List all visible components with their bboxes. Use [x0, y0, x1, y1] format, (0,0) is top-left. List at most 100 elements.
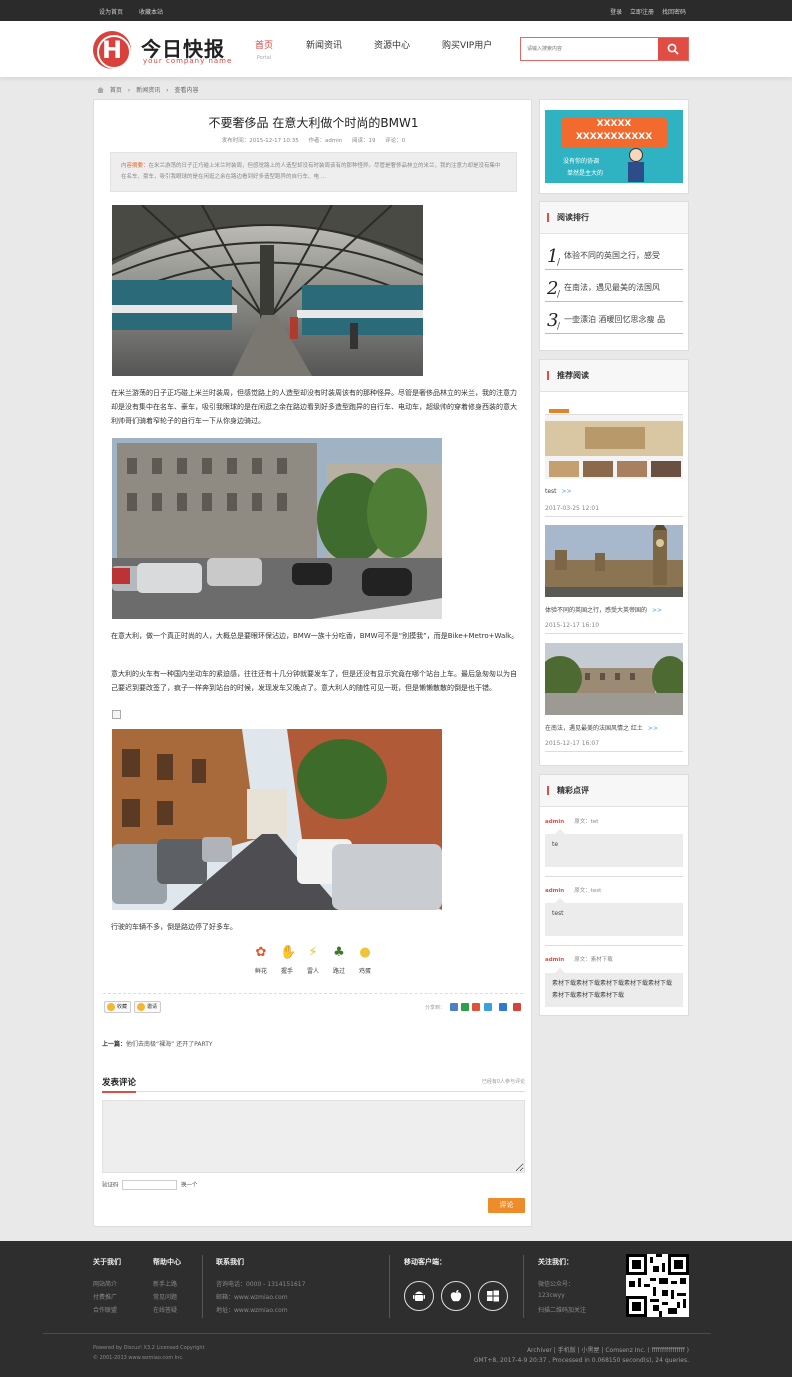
powered-by[interactable]: Powered by Discuz! X3.2 Licensed Copyrig…	[93, 1345, 205, 1351]
share-qzone-icon[interactable]	[450, 1003, 458, 1011]
captcha-label: 验证码	[102, 1182, 119, 1189]
invite-label: 邀请	[147, 1004, 158, 1010]
reaction-flower[interactable]: ✿ 鲜花	[248, 946, 274, 976]
captcha-input[interactable]	[122, 1180, 178, 1190]
share-tqq-icon[interactable]	[484, 1003, 492, 1011]
search-input[interactable]	[521, 38, 659, 60]
nav-news-label: 新闻资讯	[306, 41, 343, 51]
author[interactable]: 作者：admin	[309, 138, 343, 144]
recommend-thumb[interactable]	[545, 407, 683, 479]
breadcrumb: 首页 › 新闻资讯 › 查看内容	[97, 85, 202, 94]
footer-mobile-title: 移动客户端：	[404, 1258, 446, 1266]
footer-link[interactable]: 付费推广	[93, 1292, 117, 1301]
qr-code-icon	[626, 1254, 689, 1317]
bookmark-link[interactable]: 收藏本站	[139, 9, 163, 16]
nav-news[interactable]: 新闻资讯	[306, 38, 342, 51]
comment-user[interactable]: admin	[545, 888, 564, 894]
footer-links[interactable]: Archiver | 手机版 | 小黑屋 | Comsenz Inc. ( ff…	[527, 1345, 689, 1354]
ios-app-button[interactable]	[441, 1281, 471, 1311]
share-weibo-icon[interactable]	[472, 1003, 480, 1011]
reaction-label: 路过	[332, 968, 345, 975]
summary-text: 在米兰游荡的日子正巧碰上米兰时装周，但感觉路上的人造型却没有时装周该有的那种怪异…	[121, 163, 501, 180]
footer-email: 邮箱：www.wzmiao.com	[216, 1294, 288, 1301]
windows-app-button[interactable]	[478, 1281, 508, 1311]
reaction-pass[interactable]: ♣ 路过	[326, 946, 352, 976]
broken-image-icon	[112, 710, 121, 719]
recommend-thumb[interactable]	[545, 643, 683, 715]
prev-article-link[interactable]: 他们去南极“裸海” 还开了PARTY	[126, 1041, 213, 1048]
set-home-link[interactable]: 设为首页	[99, 9, 123, 16]
ranking-item[interactable]: 2/在南法，遇见最美的法国风	[545, 270, 683, 302]
recommend-item-title[interactable]: 在南法，遇见最美的法国风情之 红土 >>	[545, 723, 658, 732]
comments-title: 精彩点评	[557, 786, 589, 795]
invite-button[interactable]: 邀请	[134, 1001, 162, 1013]
banner-ad[interactable]: XXXXX XXXXXXXXXXX 没有你的协调 单然是主大的	[545, 110, 683, 183]
footer-follow-title: 关注我们：	[538, 1258, 573, 1266]
footer-address: 地址：www.wzmiao.com	[216, 1307, 288, 1314]
breadcrumb-sep: ›	[127, 87, 131, 94]
footer-link[interactable]: 常见问题	[153, 1292, 177, 1301]
share-renren-icon[interactable]	[499, 1003, 507, 1011]
ranking-box: 阅读排行 1/体验不同的英国之行，感受 2/在南法，遇见最美的法国风 3/一壶漂…	[539, 201, 689, 351]
banner-line3: 没有你的协调	[563, 158, 600, 165]
home-icon[interactable]	[97, 87, 104, 93]
favorite-button[interactable]: 收藏	[104, 1001, 132, 1013]
android-app-button[interactable]	[404, 1281, 434, 1311]
prev-article: 上一篇：他们去南极“裸海” 还开了PARTY	[102, 1039, 213, 1048]
reaction-label: 握手	[280, 968, 293, 975]
copyright: © 2001-2013 www.wzmiao.com Inc.	[93, 1355, 184, 1361]
nav-home[interactable]: 首页 Portal	[255, 38, 273, 61]
footer-stats: GMT+8, 2017-4-9 20:37 , Processed in 0.0…	[473, 1357, 689, 1364]
reaction-egg[interactable]: ● 鸡蛋	[352, 946, 378, 976]
search-button[interactable]	[658, 38, 688, 60]
comment-source[interactable]: 原文：素材下载	[574, 957, 613, 963]
android-icon	[413, 1291, 425, 1301]
top-bar-right: 登录 立即注册 找回密码	[604, 7, 686, 16]
comment-source[interactable]: 原文：tet	[574, 819, 598, 825]
breadcrumb-news[interactable]: 新闻资讯	[136, 87, 160, 94]
ranking-item[interactable]: 1/体验不同的英国之行，感受	[545, 238, 683, 270]
share-weixin-icon[interactable]	[461, 1003, 469, 1011]
recommend-item-title[interactable]: test >>	[545, 488, 572, 495]
submit-comment-button[interactable]: 评论	[488, 1198, 525, 1213]
breadcrumb-sep: ›	[166, 87, 169, 94]
handshake-icon: ✋	[280, 945, 297, 960]
comment-user[interactable]: admin	[545, 957, 564, 963]
recommend-item-title[interactable]: 体验不同的英国之行，感受大英帝国的 >>	[545, 605, 662, 614]
forgot-password-link[interactable]: 找回密码	[662, 9, 686, 16]
top-bar-left: 设为首页 收藏本站	[99, 7, 177, 16]
publish-time: 发布时间：2015-12-17 10:35	[221, 138, 299, 144]
share-label: 分享到：	[425, 1005, 446, 1011]
reaction-handshake[interactable]: ✋ 握手	[274, 945, 300, 976]
share-more-icon[interactable]	[513, 1003, 521, 1011]
ranking-header: 阅读排行	[540, 202, 688, 234]
logo-icon[interactable]: H	[93, 31, 131, 69]
ranking-item[interactable]: 3/一壶漂泊 酒暖回忆思念瘦 品	[545, 302, 683, 334]
register-link[interactable]: 立即注册	[630, 9, 654, 16]
station-photo	[112, 205, 423, 376]
captcha-refresh-link[interactable]: 换一个	[181, 1183, 198, 1189]
recommend-thumb[interactable]	[545, 525, 683, 597]
footer-phone: 咨询电话：0000 - 1314151617	[216, 1281, 306, 1288]
nav-vip[interactable]: 购买VIP用户	[442, 38, 492, 51]
logo-subtitle: your company name	[143, 57, 233, 65]
comment-user[interactable]: admin	[545, 819, 564, 825]
parked-cars-photo	[112, 729, 442, 910]
reaction-thunder[interactable]: ⚡ 雷人	[300, 946, 326, 976]
footer-qr-hint: 扫描二维码加关注	[538, 1307, 587, 1314]
nav-vip-label: 购买VIP用户	[442, 41, 493, 51]
comment-body: test	[545, 898, 683, 936]
footer-link[interactable]: 合作联盟	[93, 1305, 117, 1314]
footer-link[interactable]: 网站简介	[93, 1279, 117, 1288]
login-link[interactable]: 登录	[610, 9, 622, 16]
nav-resources[interactable]: 资源中心	[374, 38, 410, 51]
breadcrumb-home[interactable]: 首页	[110, 87, 122, 94]
footer-link[interactable]: 新手上路	[153, 1279, 177, 1288]
favorite-label: 收藏	[117, 1004, 128, 1010]
summary-label: 内容摘要：	[121, 163, 149, 169]
comment-textarea[interactable]	[102, 1100, 525, 1173]
footer-link[interactable]: 在线答疑	[153, 1305, 177, 1314]
article-panel: 不要奢侈品 在意大利做个时尚的BMW1 发布时间：2015-12-17 10:3…	[93, 99, 532, 1227]
comment-participants[interactable]: 已经有0人参与评论	[482, 1078, 525, 1085]
comment-source[interactable]: 原文：test	[574, 888, 601, 894]
